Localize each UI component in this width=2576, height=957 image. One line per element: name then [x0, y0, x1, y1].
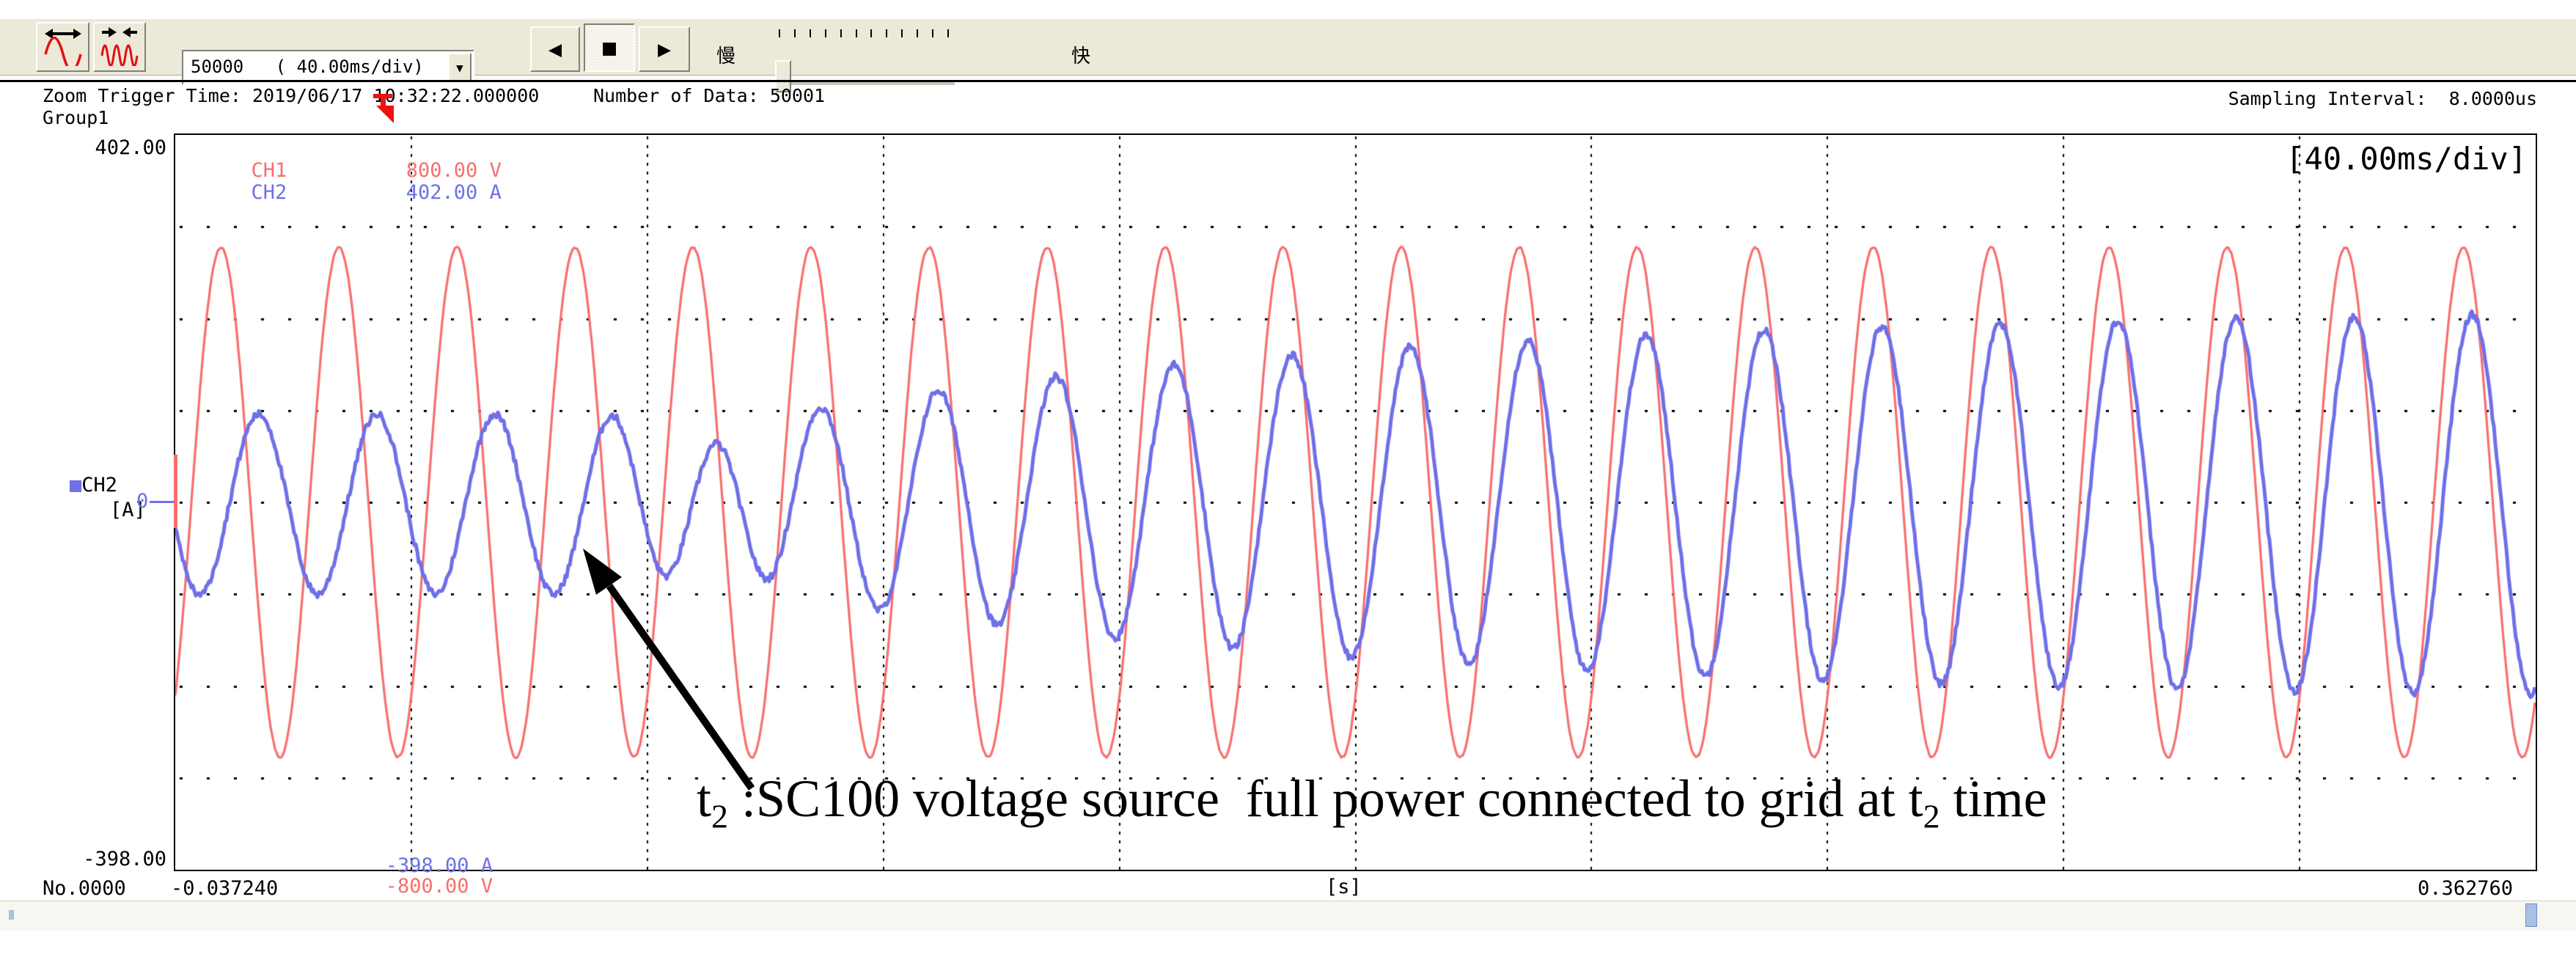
ch1-zero-marker: [174, 455, 177, 528]
wave-compress-icon: [99, 25, 140, 69]
legend-ch2-unit: [477, 181, 489, 204]
legend-ch2-scale: CH2402.00 A: [180, 158, 502, 227]
divider: [0, 80, 2576, 82]
play-backward-icon: ◀: [548, 37, 562, 62]
stop-icon: ■: [603, 35, 616, 61]
stop-button[interactable]: ■: [584, 23, 635, 72]
ch2-zero-label: 0: [136, 490, 148, 513]
chevron-down-icon: ▼: [456, 61, 463, 75]
x-unit-label: [s]: [1326, 876, 1362, 898]
speed-slider-ticks: [779, 29, 949, 38]
toolbar: 50000 ( 40.00ms/div) ▼ ◀ ■ ▶ 慢 快: [0, 19, 2576, 76]
ch2-channel-label: ■CH2: [70, 474, 117, 496]
scope-viewer-window: 50000 ( 40.00ms/div) ▼ ◀ ■ ▶ 慢 快 Zoom Tr…: [0, 0, 2576, 957]
scrollbar-handle[interactable]: [2525, 903, 2537, 927]
speed-fast-label: 快: [1071, 41, 1090, 68]
trigger-time-text: Zoom Trigger Time: 2019/06/17 10:32:22.0…: [43, 85, 539, 106]
scrollbar-left-nub: [9, 910, 14, 920]
zoom-out-horizontal-button[interactable]: [36, 22, 89, 72]
horizontal-scrollbar[interactable]: [0, 901, 2576, 931]
y-axis-max-label: 402.00: [20, 136, 166, 159]
play-backward-button[interactable]: ◀: [530, 26, 580, 72]
ch2-zero-tick: [150, 501, 174, 503]
play-forward-button[interactable]: ▶: [639, 26, 690, 72]
legend-ch2-value: 402.00: [287, 181, 477, 204]
trigger-marker-icon: [370, 92, 400, 136]
record-number-label: No.0000: [43, 877, 126, 900]
annotation-text: t2 :SC100 voltage source full power conn…: [697, 769, 2047, 835]
combobox-dropdown-button[interactable]: ▼: [448, 53, 471, 82]
speed-slow-label: 慢: [716, 41, 735, 68]
play-forward-icon: ▶: [658, 37, 671, 62]
sampling-interval-text: Sampling Interval: 8.0000us: [2228, 88, 2537, 109]
x-end-label: 0.362760: [2418, 877, 2513, 900]
waveform-canvas: [175, 135, 2536, 870]
y-axis-min-label: -398.00: [20, 848, 166, 870]
group-label: Group1: [43, 107, 109, 128]
time-per-div-label: [40.00ms/div]: [2286, 141, 2527, 177]
number-of-data-text: Number of Data: 50001: [593, 85, 825, 106]
wave-expand-icon: [43, 25, 84, 69]
legend-ch2-name: CH2: [252, 181, 287, 204]
zoom-in-horizontal-button[interactable]: [93, 22, 146, 72]
waveform-plot: CH1800.00 V CH2402.00 A -398.00 A -800.0…: [174, 133, 2537, 871]
x-start-label: -0.037240: [171, 877, 278, 900]
record-length-value: 50000 ( 40.00ms/div): [191, 56, 424, 77]
